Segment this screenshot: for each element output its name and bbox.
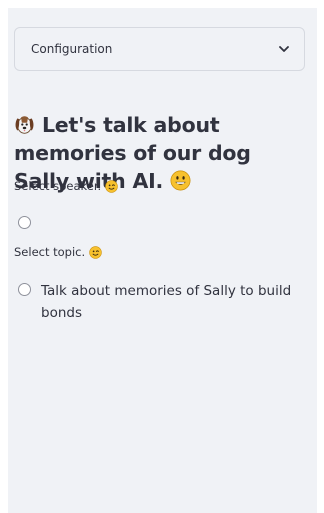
- speaker-label-text: Select speaker.: [14, 179, 102, 193]
- speaker-radio-option[interactable]: [18, 216, 31, 229]
- winking-face-icon: [105, 179, 118, 193]
- speaker-label: Select speaker.: [14, 179, 118, 193]
- radio-circle[interactable]: [18, 216, 31, 229]
- chevron-down-icon: [278, 43, 290, 55]
- configuration-expander[interactable]: Configuration: [14, 27, 305, 71]
- radio-circle[interactable]: [18, 283, 31, 296]
- topic-option-text: Talk about memories of Sally to build bo…: [41, 283, 292, 321]
- dog-face-icon: [14, 114, 35, 135]
- expander-label: Configuration: [31, 42, 113, 56]
- winking-face-icon: [89, 245, 102, 259]
- topic-radio-option[interactable]: Talk about memories of Sally to build bo…: [18, 280, 298, 324]
- grinning-face-icon: [170, 170, 191, 191]
- topic-label: Select topic.: [14, 245, 102, 259]
- sidebar: Configuration Let's talk about memories …: [8, 8, 317, 513]
- topic-label-text: Select topic.: [14, 245, 86, 259]
